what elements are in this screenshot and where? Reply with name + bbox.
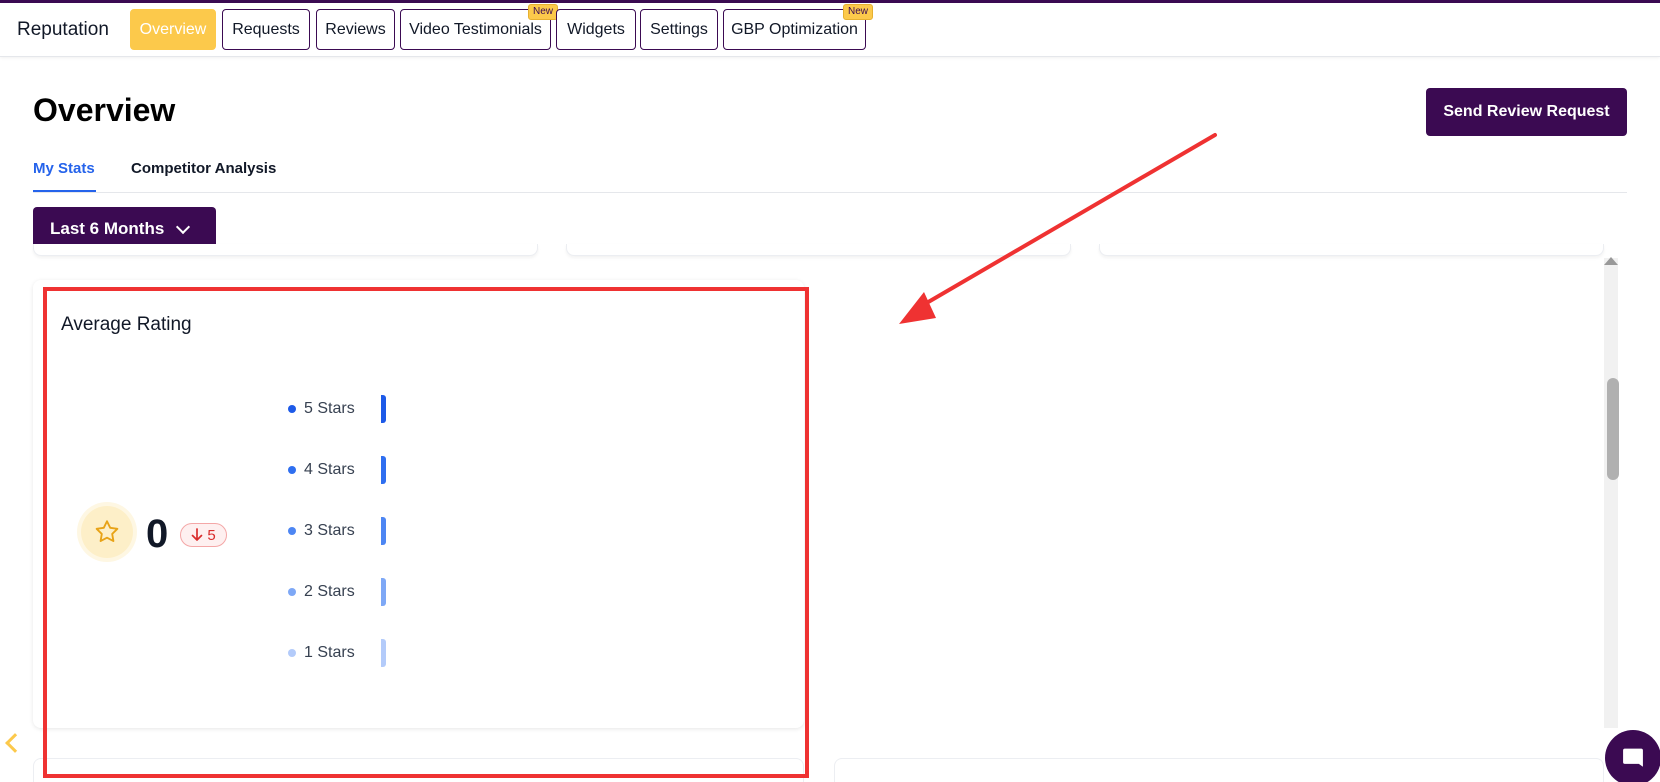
annotation-arrow-icon	[899, 133, 1217, 324]
chat-icon	[1623, 748, 1643, 767]
chat-button[interactable]	[1605, 730, 1660, 782]
